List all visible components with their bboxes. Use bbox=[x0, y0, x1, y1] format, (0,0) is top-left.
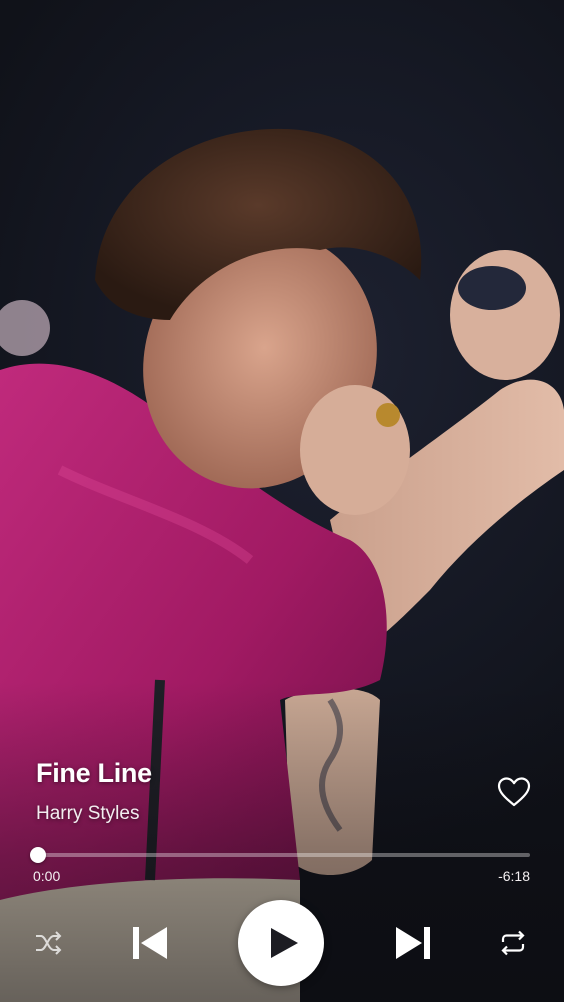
repeat-button[interactable] bbox=[498, 928, 528, 958]
progress-scrubber[interactable] bbox=[30, 847, 46, 863]
now-playing-screen: Fine Line Harry Styles 0:00 -6:18 bbox=[0, 0, 564, 1002]
progress-bar[interactable] bbox=[30, 847, 530, 863]
shuffle-icon bbox=[36, 931, 62, 955]
repeat-icon bbox=[501, 930, 525, 956]
previous-track-button[interactable] bbox=[131, 924, 169, 962]
play-icon bbox=[271, 928, 298, 958]
skip-next-icon bbox=[396, 927, 430, 959]
remaining-time: -6:18 bbox=[498, 868, 530, 884]
like-button[interactable] bbox=[497, 776, 531, 808]
heart-outline-icon bbox=[497, 777, 531, 807]
elapsed-time: 0:00 bbox=[33, 868, 61, 884]
artist-name[interactable]: Harry Styles bbox=[36, 803, 139, 825]
play-button[interactable] bbox=[238, 900, 324, 986]
skip-previous-icon bbox=[133, 927, 167, 959]
next-track-button[interactable] bbox=[394, 924, 432, 962]
shuffle-button[interactable] bbox=[33, 928, 63, 958]
track-title: Fine Line bbox=[36, 758, 152, 788]
